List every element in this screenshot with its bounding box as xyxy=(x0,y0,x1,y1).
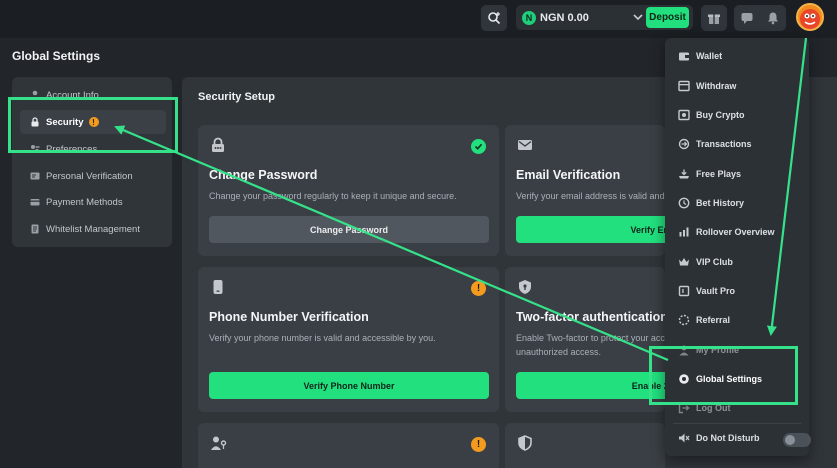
arrow-avatar-to-global-settings xyxy=(766,37,808,336)
arrow-global-settings-to-security xyxy=(114,125,669,362)
annotation-arrows xyxy=(114,37,808,362)
